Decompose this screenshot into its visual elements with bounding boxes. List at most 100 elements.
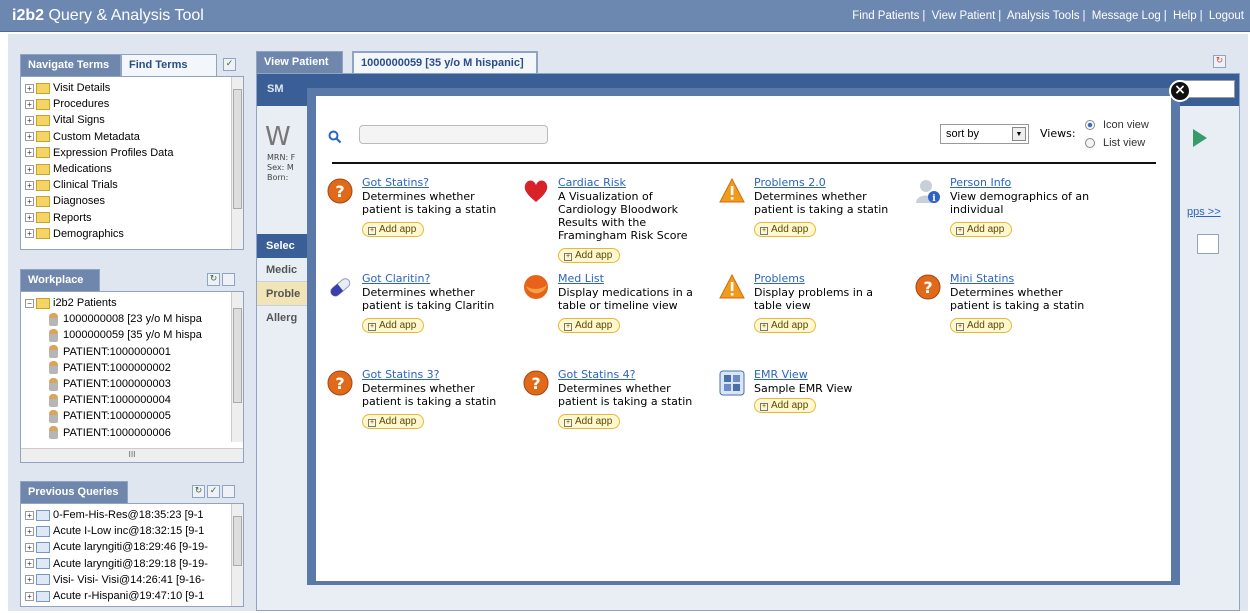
app-title-link[interactable]: Cardiac Risk — [558, 176, 626, 189]
workplace-patient[interactable]: PATIENT:1000000003 — [25, 376, 243, 392]
add-app-label: Add app — [379, 320, 417, 331]
workplace-patient[interactable]: 1000000008 [23 y/o M hispa — [25, 311, 243, 327]
check-icon[interactable]: ✓ — [207, 485, 220, 498]
chevron-down-icon: ▼ — [1012, 127, 1026, 141]
add-app-button[interactable]: + Add app — [558, 414, 621, 429]
app-description: Display problems in a table view — [754, 286, 874, 312]
app-title-link[interactable]: Person Info — [950, 176, 1011, 189]
sort-select[interactable]: sort by ▼ — [940, 124, 1029, 144]
workplace-patient[interactable]: PATIENT:1000000006 — [25, 425, 243, 441]
app-title-link[interactable]: Mini Statins — [950, 272, 1014, 285]
query-item[interactable]: + Acute r-Hispani@19:47:10 [9-1 — [25, 588, 243, 604]
term-label: Diagnoses — [53, 195, 105, 208]
tab-find-terms[interactable]: Find Terms — [121, 54, 217, 76]
person-icon — [49, 312, 58, 326]
terms-scrollbar[interactable] — [231, 77, 243, 249]
term-item[interactable]: + Procedures — [25, 96, 243, 112]
workplace-patient[interactable]: PATIENT:1000000004 — [25, 392, 243, 408]
term-item[interactable]: + Demographics — [25, 226, 243, 242]
person-info-icon: i — [915, 178, 941, 204]
workplace-root[interactable]: − i2b2 Patients — [25, 295, 243, 311]
query-item[interactable]: + Acute I-Low inc@18:32:15 [9-1 — [25, 523, 243, 539]
nav-view-patient[interactable]: View Patient — [932, 10, 996, 22]
svg-text:?: ? — [335, 182, 344, 201]
refresh-icon[interactable]: ↻ — [192, 485, 205, 498]
nav-message-log[interactable]: Message Log — [1092, 10, 1161, 22]
arrow-right-icon[interactable] — [1193, 129, 1207, 147]
app-description: Determines whether patient is taking Cla… — [362, 286, 495, 312]
add-app-button[interactable]: + Add app — [754, 318, 817, 333]
query-label: Acute laryngiti@18:29:18 [9-19- — [53, 557, 208, 570]
query-item[interactable]: +0-Fem-His-Res@18:35:23 [9-1 — [25, 507, 243, 523]
term-item[interactable]: + Diagnoses — [25, 193, 243, 209]
search-input[interactable] — [359, 125, 548, 144]
top-nav: Find Patients | View Patient | Analysis To… — [852, 10, 1244, 22]
view-list-option[interactable]: List view — [1085, 137, 1145, 149]
orange-ball-icon — [523, 274, 549, 300]
workplace-patient[interactable]: PATIENT:1000000001 — [25, 344, 243, 360]
term-item[interactable]: + Visit Details — [25, 80, 243, 96]
nav-find-patients[interactable]: Find Patients — [852, 10, 919, 22]
query-item[interactable]: + Visi- Visi- Visi@14:26:41 [9-16- — [25, 572, 243, 588]
app-title-link[interactable]: EMR View — [754, 368, 808, 381]
workplace-patient[interactable]: PATIENT:1000000002 — [25, 360, 243, 376]
add-app-button[interactable]: + Add app — [558, 318, 621, 333]
nav-analysis-tools[interactable]: Analysis Tools — [1007, 10, 1080, 22]
app-title-link[interactable]: Got Statins? — [362, 176, 429, 189]
app-title-link[interactable]: Problems — [754, 272, 805, 285]
query-item[interactable]: + Acute laryngiti@18:29:18 [9-19- — [25, 556, 243, 572]
options-icon[interactable] — [222, 273, 235, 286]
app-title-link[interactable]: Problems 2.0 — [754, 176, 826, 189]
app-description: Determines whether patient is taking a s… — [754, 190, 889, 216]
workplace-patient[interactable]: PATIENT:1000000005 — [25, 408, 243, 424]
app-title-link[interactable]: Got Statins 4? — [558, 368, 636, 381]
app-description: Determines whether patient is taking a s… — [950, 286, 1085, 312]
term-item[interactable]: + Custom Metadata — [25, 129, 243, 145]
add-app-button[interactable]: + Add app — [950, 222, 1013, 237]
app-title-link[interactable]: Med List — [558, 272, 604, 285]
workplace-hscroll[interactable]: III — [21, 448, 243, 462]
nav-help[interactable]: Help — [1173, 10, 1197, 22]
term-item[interactable]: + Medications — [25, 161, 243, 177]
tab-workplace[interactable]: Workplace — [20, 269, 100, 291]
warning-icon — [719, 177, 745, 204]
term-item[interactable]: + Vital Signs — [25, 112, 243, 128]
patient-label: 1000000059 [35 y/o M hispa — [63, 329, 202, 342]
apps-link[interactable]: pps >> — [1187, 206, 1221, 218]
workplace-panel: Workplace ↻ − i2b2 Patients 1000000008 [2… — [20, 269, 244, 465]
app-title-link[interactable]: Got Statins 3? — [362, 368, 440, 381]
refresh-icon[interactable]: ↻ — [207, 273, 220, 286]
term-item[interactable]: + Expression Profiles Data — [25, 145, 243, 161]
workplace-scrollbar[interactable] — [231, 292, 243, 442]
view-icon-option[interactable]: Icon view — [1085, 119, 1149, 131]
grid-icon[interactable] — [1197, 234, 1219, 254]
workplace-patient[interactable]: 1000000059 [35 y/o M hispa — [25, 327, 243, 343]
queries-scrollbar[interactable] — [231, 504, 243, 606]
close-icon[interactable]: × — [1169, 80, 1191, 102]
options-icon[interactable] — [222, 485, 235, 498]
emr-icon — [719, 370, 745, 396]
orange-question-icon: ? — [915, 274, 941, 300]
tab-view-patient[interactable]: View Patient — [256, 51, 343, 73]
app-title-link[interactable]: Got Claritin? — [362, 272, 430, 285]
query-item[interactable]: + Acute laryngiti@18:29:46 [9-19- — [25, 539, 243, 555]
add-app-button[interactable]: + Add app — [754, 222, 817, 237]
term-item[interactable]: + Reports — [25, 210, 243, 226]
add-app-button[interactable]: + Add app — [754, 398, 817, 413]
term-item[interactable]: + Clinical Trials — [25, 177, 243, 193]
refresh-icon[interactable]: ↻ — [1213, 55, 1226, 68]
add-app-button[interactable]: + Add app — [362, 414, 425, 429]
add-app-button[interactable]: + Add app — [362, 222, 425, 237]
views-label: Views: — [1040, 127, 1076, 140]
app-description: Determines whether patient is taking a s… — [558, 382, 693, 408]
add-app-button[interactable]: + Add app — [362, 318, 425, 333]
tab-patient-record[interactable]: 1000000059 [35 y/o M hispanic] — [352, 51, 538, 73]
tab-previous-queries[interactable]: Previous Queries — [20, 481, 128, 503]
patient-label: PATIENT:1000000004 — [63, 394, 171, 407]
add-app-button[interactable]: + Add app — [950, 318, 1013, 333]
tab-navigate-terms[interactable]: Navigate Terms — [20, 54, 121, 76]
nav-logout[interactable]: Logout — [1209, 10, 1244, 22]
refresh-icon[interactable]: ✓ — [223, 58, 236, 71]
warning-icon — [719, 273, 745, 300]
add-app-button[interactable]: + Add app — [558, 248, 621, 263]
